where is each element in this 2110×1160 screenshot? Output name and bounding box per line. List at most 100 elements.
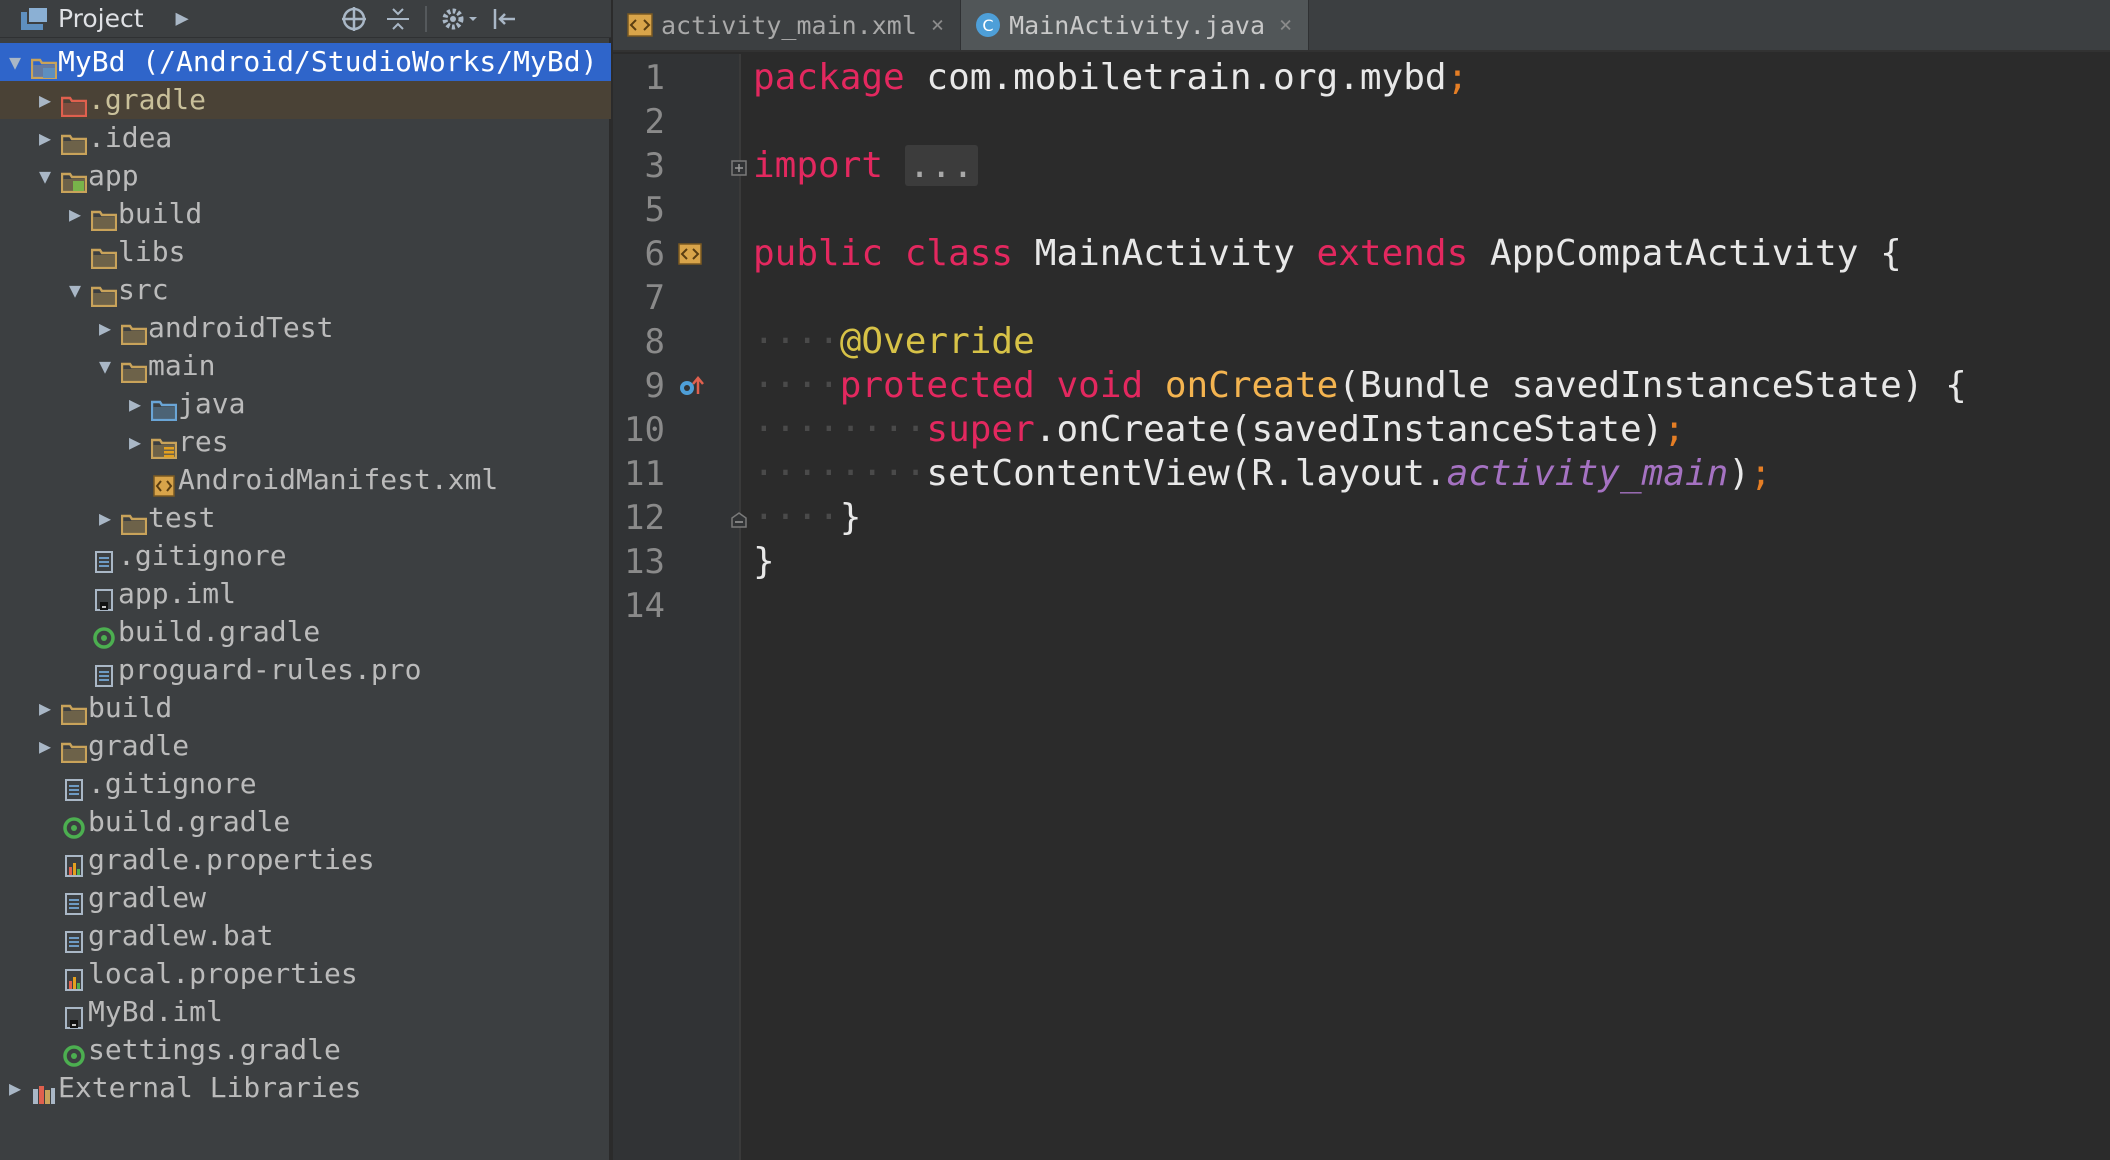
fold-collapse-icon[interactable] [731,512,747,532]
tree-item[interactable]: MyBd.iml [0,993,611,1031]
tree-item[interactable]: proguard-rules.pro [0,651,611,689]
project-view-selector[interactable]: Project [58,4,144,33]
code-line[interactable]: } [753,540,775,584]
collapse-all-icon[interactable] [385,6,411,32]
code-token: ; [1663,409,1685,450]
tree-item[interactable]: local.properties [0,955,611,993]
svg-text:C: C [983,16,994,35]
tree-item[interactable]: ▶ External Libraries [0,1069,611,1107]
tree-item[interactable]: AndroidManifest.xml [0,461,611,499]
code-editor[interactable]: 1 2 3 5 6 7 8 9 10 11 12 13 14 package com.mobiletra… [613,54,2110,1160]
tree-item[interactable]: ▼ main [0,347,611,385]
tree-item[interactable]: ▶ androidTest [0,309,611,347]
line-number: 10 [624,410,665,450]
code-token: (Bundle savedInstanceState) { [1338,365,1967,406]
expand-right-icon[interactable]: ▶ [124,423,146,461]
tree-item[interactable]: .gitignore [0,765,611,803]
expand-right-icon[interactable]: ▶ [34,689,56,727]
code-token: protected [839,365,1035,406]
line-number: 8 [644,322,665,362]
folder-icon [60,127,88,156]
resource-folder-icon [150,431,178,460]
tree-item-label: External Libraries [58,1071,362,1104]
triangle-right-icon[interactable]: ▶ [176,6,189,31]
code-line[interactable]: ····} [753,496,861,540]
tree-item[interactable]: .gitignore [0,537,611,575]
tree-item-label: MyBd (/Android/StudioWorks/MyBd) [58,45,598,78]
code-line[interactable]: ········super.onCreate(savedInstanceStat… [753,408,1685,452]
code-line[interactable]: package com.mobiletrain.org.mybd; [753,56,1468,100]
tree-item[interactable]: ▶ java [0,385,611,423]
tree-item-label: build [88,691,173,724]
code-token: com.mobiletrain.org.mybd [904,57,1447,98]
expand-right-icon[interactable]: ▶ [64,195,86,233]
code-line[interactable]: public class MainActivity extends AppCom… [753,232,1902,276]
tree-item[interactable]: ▼ app [0,157,611,195]
expand-right-icon[interactable]: ▶ [124,385,146,423]
layout-xml-icon[interactable] [677,242,703,270]
expand-right-icon[interactable]: ▶ [34,81,56,119]
tree-item-label: gradle [88,729,190,762]
code-line[interactable]: ········setContentView(R.layout.activity… [753,452,1772,496]
expand-down-icon[interactable]: ▼ [34,157,56,195]
crosshair-icon[interactable] [341,6,367,32]
tab-label: MainActivity.java [1009,10,1265,40]
tree-item[interactable]: ▶ res [0,423,611,461]
code-line[interactable]: ····protected void onCreate(Bundle saved… [753,364,1967,408]
tree-item[interactable]: build.gradle [0,613,611,651]
folded-imports[interactable]: ... [904,145,978,186]
folder-excluded-icon [60,89,88,118]
tree-item[interactable]: gradle.properties [0,841,611,879]
tab-mainactivity-java[interactable]: C MainActivity.java × [961,0,1310,50]
tree-item-label: .gradle [88,83,207,116]
expand-right-icon[interactable]: ▶ [94,499,116,537]
expand-down-icon[interactable]: ▼ [64,271,86,309]
tree-item[interactable]: gradlew.bat [0,917,611,955]
tree-item[interactable]: ▶ gradle [0,727,611,765]
tree-item[interactable]: ▶ .idea [0,119,611,157]
override-method-icon[interactable] [677,374,705,402]
code-line[interactable]: ····@Override [753,320,1035,364]
code-token: super [926,409,1035,450]
tree-item[interactable]: build.gradle [0,803,611,841]
expand-right-icon[interactable]: ▶ [94,309,116,347]
expand-right-icon[interactable]: ▶ [34,727,56,765]
tree-item[interactable]: ▼ MyBd (/Android/StudioWorks/MyBd) [0,43,611,81]
close-icon[interactable]: × [1279,13,1292,38]
editor-gutter[interactable]: 1 2 3 5 6 7 8 9 10 11 12 13 14 [613,54,739,1160]
tree-item[interactable]: settings.gradle [0,1031,611,1069]
tree-item[interactable]: libs [0,233,611,271]
code-token: ···· [753,365,840,406]
line-number: 5 [644,190,665,230]
expand-down-icon[interactable]: ▼ [94,347,116,385]
tree-item-label: .gitignore [88,767,257,800]
tree-item[interactable]: ▶ build [0,689,611,727]
hide-panel-icon[interactable] [491,6,517,32]
gear-icon[interactable] [441,6,479,32]
tree-item[interactable]: ▼ src [0,271,611,309]
text-file-icon [91,545,117,573]
code-token: activity_main [1446,453,1729,494]
fold-expand-icon[interactable] [731,160,747,180]
code-token: package [753,57,905,98]
expand-down-icon[interactable]: ▼ [4,43,26,81]
tree-item[interactable]: ▶ test [0,499,611,537]
tree-item-label: MyBd.iml [88,995,223,1028]
code-token: .onCreate(savedInstanceState) [1034,409,1664,450]
tree-item-label: java [178,387,246,420]
code-line[interactable]: import ... [753,144,978,188]
close-icon[interactable]: × [931,13,944,38]
folder-icon [90,241,118,270]
project-panel: Project ▶ ▼ MyBd (/Android/StudioWorks/My… [0,0,611,1160]
line-number: 11 [624,454,665,494]
tree-item[interactable]: app.iml [0,575,611,613]
tab-activity-main-xml[interactable]: activity_main.xml × [613,0,962,50]
expand-right-icon[interactable]: ▶ [34,119,56,157]
folder-icon [60,697,88,726]
tree-item[interactable]: ▶ build [0,195,611,233]
expand-right-icon[interactable]: ▶ [4,1069,26,1107]
tree-item[interactable]: ▶ .gradle [0,81,611,119]
tree-item[interactable]: gradlew [0,879,611,917]
line-number: 1 [644,58,665,98]
